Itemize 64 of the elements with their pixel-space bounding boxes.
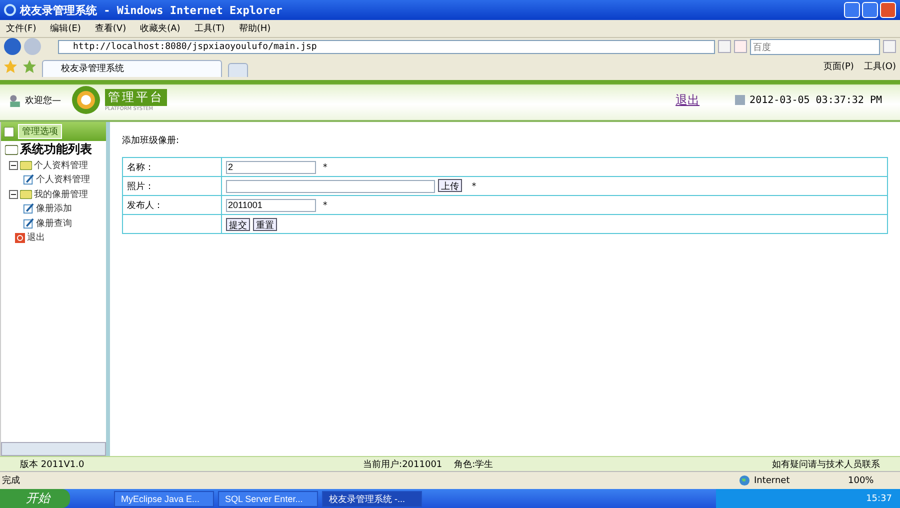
- tree-item[interactable]: 退出: [27, 231, 45, 244]
- address-field[interactable]: http://localhost:8080/jspxiaoyoulufo/main.jsp: [58, 40, 715, 54]
- required-mark: *: [322, 201, 328, 211]
- help-text: 如有疑问请与技术人员联系: [772, 458, 880, 470]
- tree-title: 系统功能列表: [20, 141, 92, 158]
- required-mark: *: [322, 163, 328, 173]
- browser-tab[interactable]: 校友录管理系统: [42, 60, 222, 77]
- input-field[interactable]: [226, 180, 435, 193]
- clock-text: 15:37: [866, 494, 892, 504]
- tree-item[interactable]: 个人资料管理: [34, 158, 88, 172]
- form-title: 添加班级像册:: [122, 134, 180, 147]
- menu-item[interactable]: 编辑(E): [50, 22, 81, 35]
- menu-item[interactable]: 查看(V): [94, 22, 126, 35]
- tree-item[interactable]: 像册查询: [36, 216, 72, 230]
- new-tab-button[interactable]: [228, 63, 248, 77]
- upload-button[interactable]: 上传: [438, 179, 462, 192]
- menu-item[interactable]: 收藏夹(A): [140, 22, 180, 35]
- role-text: 角色:学生: [454, 458, 494, 470]
- required-mark: *: [472, 182, 476, 192]
- edit-icon: [23, 203, 34, 214]
- close-button[interactable]: [880, 2, 896, 18]
- user-icon: [8, 94, 21, 106]
- edit-icon: [23, 218, 34, 229]
- taskbar-button[interactable]: MyEclipse Java E...: [114, 490, 214, 506]
- taskbar-button[interactable]: SQL Server Enter...: [218, 490, 318, 506]
- star-icon[interactable]: [4, 60, 17, 72]
- collapse-toggle[interactable]: [9, 190, 18, 199]
- tree-item[interactable]: 个人资料管理: [36, 173, 90, 186]
- toolbar-button[interactable]: 工具(O): [864, 60, 896, 72]
- menu-item[interactable]: 帮助(H): [238, 22, 271, 35]
- logo-icon: [71, 85, 101, 115]
- horizontal-scrollbar[interactable]: [1, 442, 106, 456]
- current-user-text: 当前用户:2011001: [363, 458, 442, 470]
- input-field[interactable]: 2: [226, 160, 316, 174]
- zone-text: Internet: [754, 476, 791, 486]
- window-title: 校友录管理系统 - Windows Internet Explorer: [20, 2, 282, 18]
- menu-item[interactable]: 工具(T): [194, 22, 225, 35]
- status-text: 完成: [2, 474, 20, 487]
- form-button[interactable]: 重置: [253, 218, 277, 230]
- form-button[interactable]: 提交: [226, 218, 250, 230]
- tree-item[interactable]: 像册添加: [36, 202, 72, 216]
- collapse-toggle[interactable]: [9, 160, 18, 170]
- menu-item[interactable]: 文件(F): [6, 22, 36, 35]
- search-field[interactable]: 百度: [750, 38, 880, 54]
- field-label: 发布人：: [122, 196, 222, 214]
- sidebar-heading: 管理选项: [18, 124, 62, 139]
- tree-item[interactable]: 我的像册管理: [34, 188, 88, 201]
- field-label: 照片：: [122, 176, 222, 196]
- welcome-text: 欢迎您—: [25, 94, 61, 106]
- toolbar-button[interactable]: 页面(P): [823, 60, 854, 72]
- edit-icon: [23, 174, 34, 186]
- input-field[interactable]: 2011001: [226, 198, 316, 212]
- logo-title: 管理平台: [105, 88, 167, 106]
- field-label: 名称：: [122, 158, 222, 176]
- globe-icon: [739, 475, 750, 486]
- exit-icon: [15, 232, 25, 243]
- version-text: 版本 2011V1.0: [20, 458, 84, 470]
- zoom-control[interactable]: 100%: [848, 476, 898, 486]
- add-favorite-icon[interactable]: [23, 60, 36, 72]
- taskbar-button[interactable]: 校友录管理系统 -...: [322, 490, 422, 506]
- back-button[interactable]: [4, 38, 21, 55]
- logout-link[interactable]: 退出: [676, 92, 700, 108]
- start-button[interactable]: 开始: [0, 489, 70, 508]
- datetime-text: 2012-03-05 03:37:32 PM: [750, 94, 882, 106]
